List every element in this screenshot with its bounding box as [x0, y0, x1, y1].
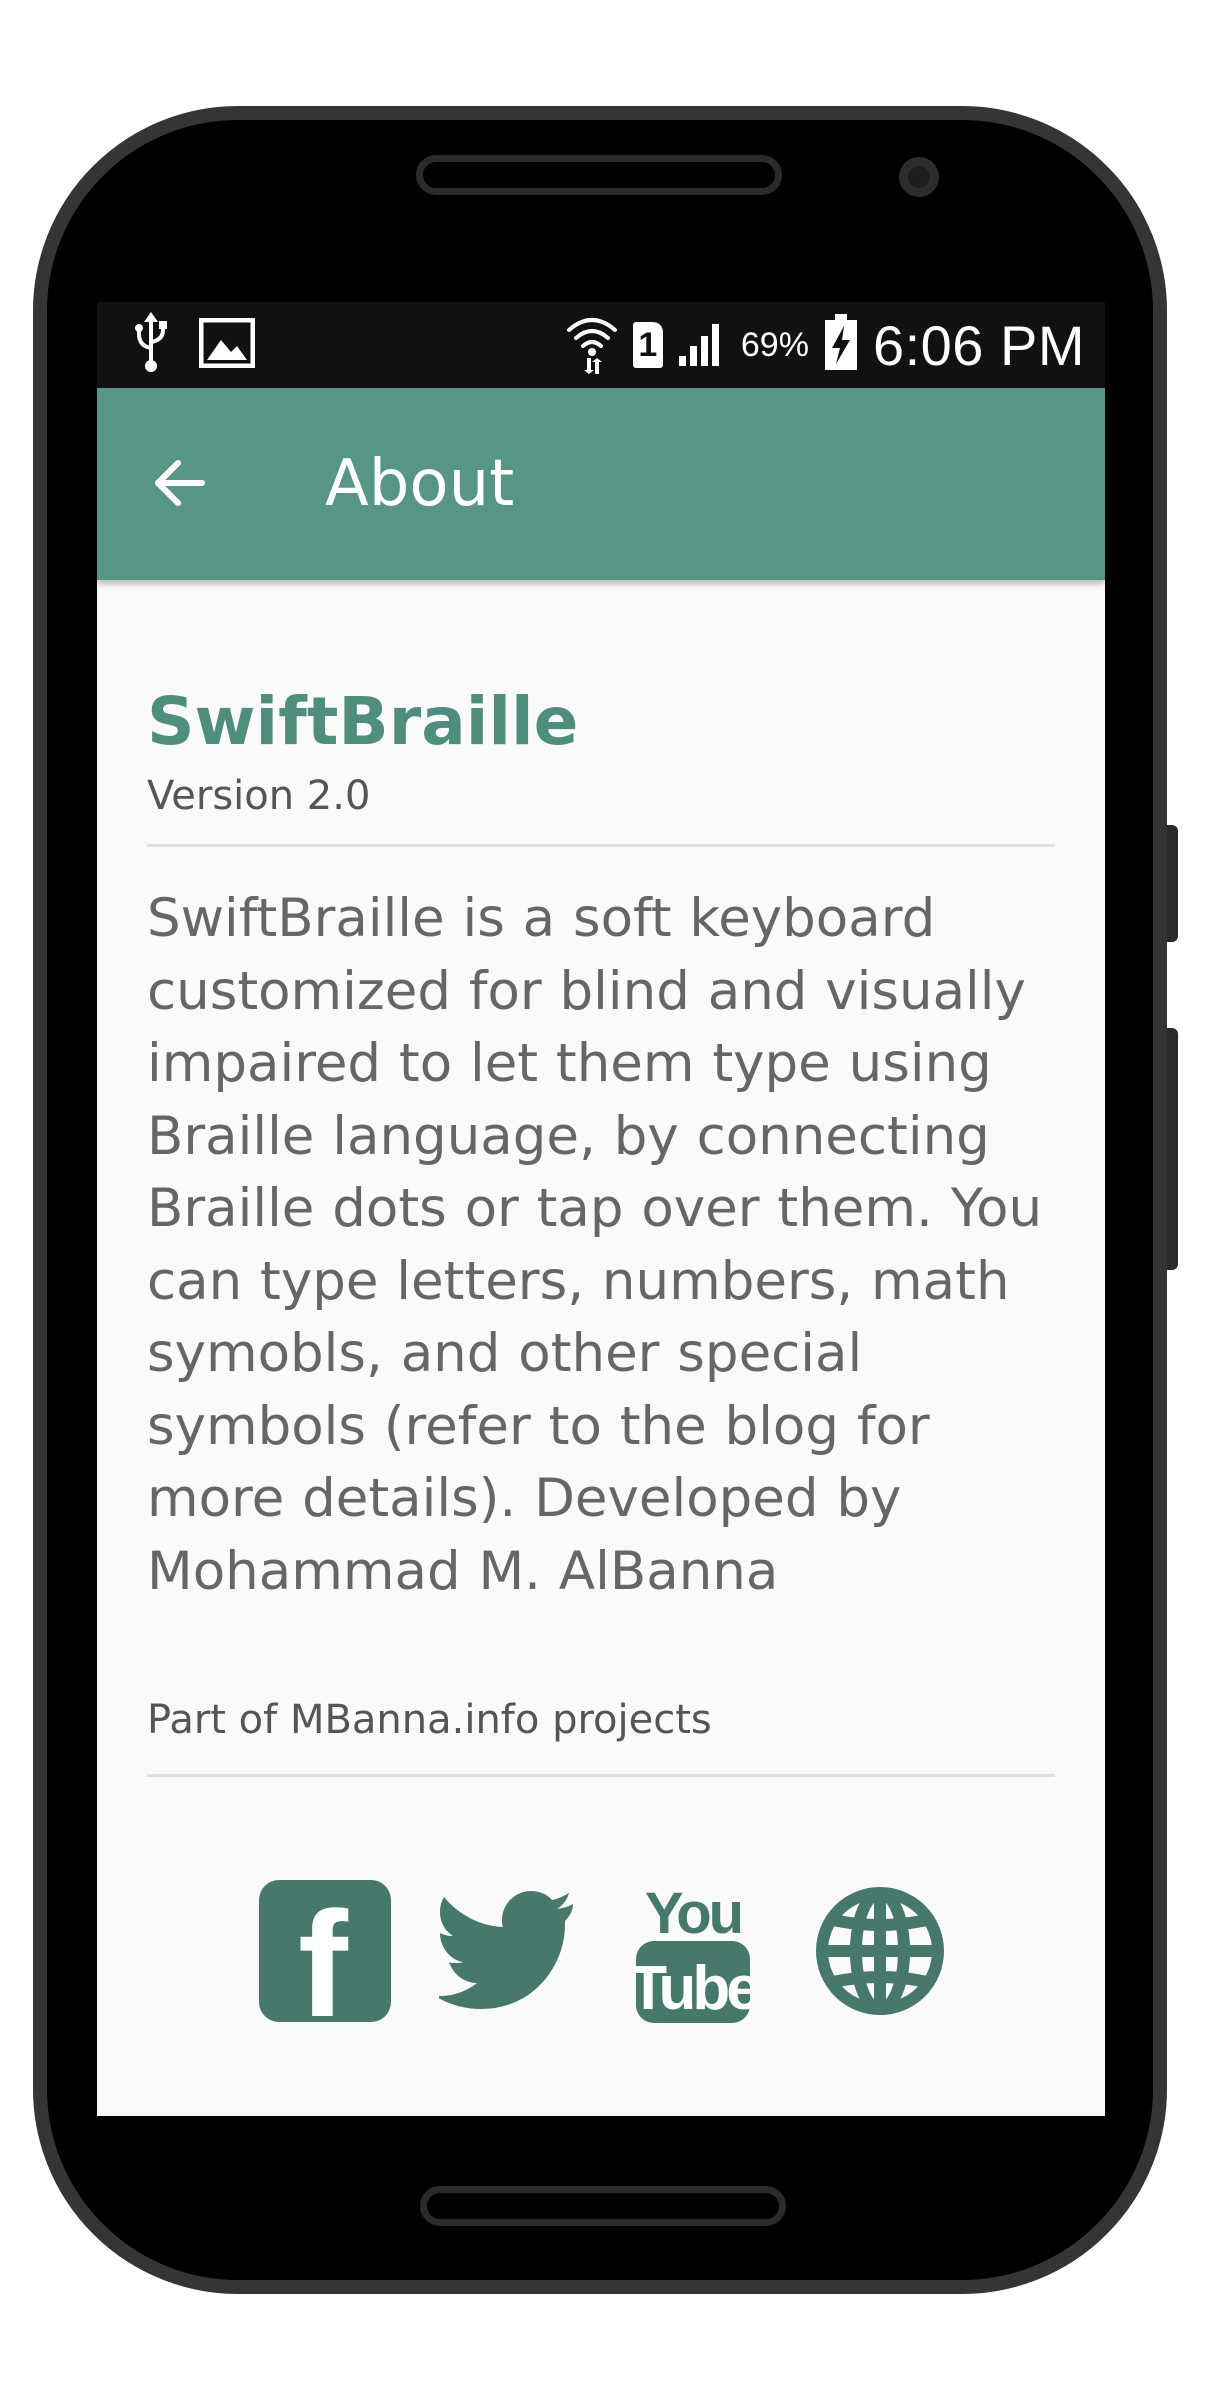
about-content: SwiftBraille Version 2.0 SwiftBraille is… [147, 682, 1055, 1777]
app-version: Version 2.0 [147, 773, 371, 819]
youtube-text-top: You [645, 1881, 741, 1946]
sim-icon: 1 [632, 322, 663, 368]
signal-icon [677, 318, 727, 372]
wifi-icon [565, 312, 619, 378]
projects-note: Part of MBanna.info projects [147, 1697, 712, 1743]
status-left-icons [131, 312, 256, 378]
website-link[interactable] [810, 1879, 950, 2027]
front-camera [899, 157, 939, 197]
page-title: About [325, 447, 515, 521]
facebook-letter: f [298, 1880, 349, 2024]
facebook-link[interactable]: f [255, 1878, 395, 2048]
twitter-link[interactable] [435, 1879, 577, 2027]
image-icon [198, 317, 256, 372]
app-name: SwiftBraille [147, 683, 579, 760]
status-right-icons: 1 69% 6:06 PM [565, 310, 1085, 380]
facebook-icon: f [257, 1878, 393, 2048]
top-speaker [416, 155, 782, 195]
globe-icon [813, 1884, 947, 2022]
bottom-speaker [420, 2186, 786, 2226]
social-links: f You Tube [255, 1878, 955, 2048]
device-frame: 1 69% 6:06 PM About SwiftBraille Version… [0, 0, 1213, 2400]
back-button[interactable] [145, 450, 215, 520]
twitter-icon [435, 1890, 575, 2016]
arrow-left-icon [152, 458, 208, 512]
app-description: SwiftBraille is a soft keyboard customiz… [147, 888, 1043, 1602]
screen: 1 69% 6:06 PM About SwiftBraille Version… [97, 302, 1105, 2116]
youtube-icon: You Tube [629, 1877, 763, 2029]
battery-charging-icon [823, 314, 859, 376]
status-bar: 1 69% 6:06 PM [97, 302, 1105, 388]
clock: 6:06 PM [872, 313, 1085, 377]
app-bar: About [97, 388, 1105, 580]
battery-percent: 69% [740, 325, 809, 364]
youtube-link[interactable]: You Tube [623, 1879, 763, 2027]
divider [147, 1774, 1055, 1777]
divider [147, 844, 1055, 847]
usb-icon [131, 312, 171, 378]
youtube-text-bottom: Tube [634, 1954, 752, 2023]
